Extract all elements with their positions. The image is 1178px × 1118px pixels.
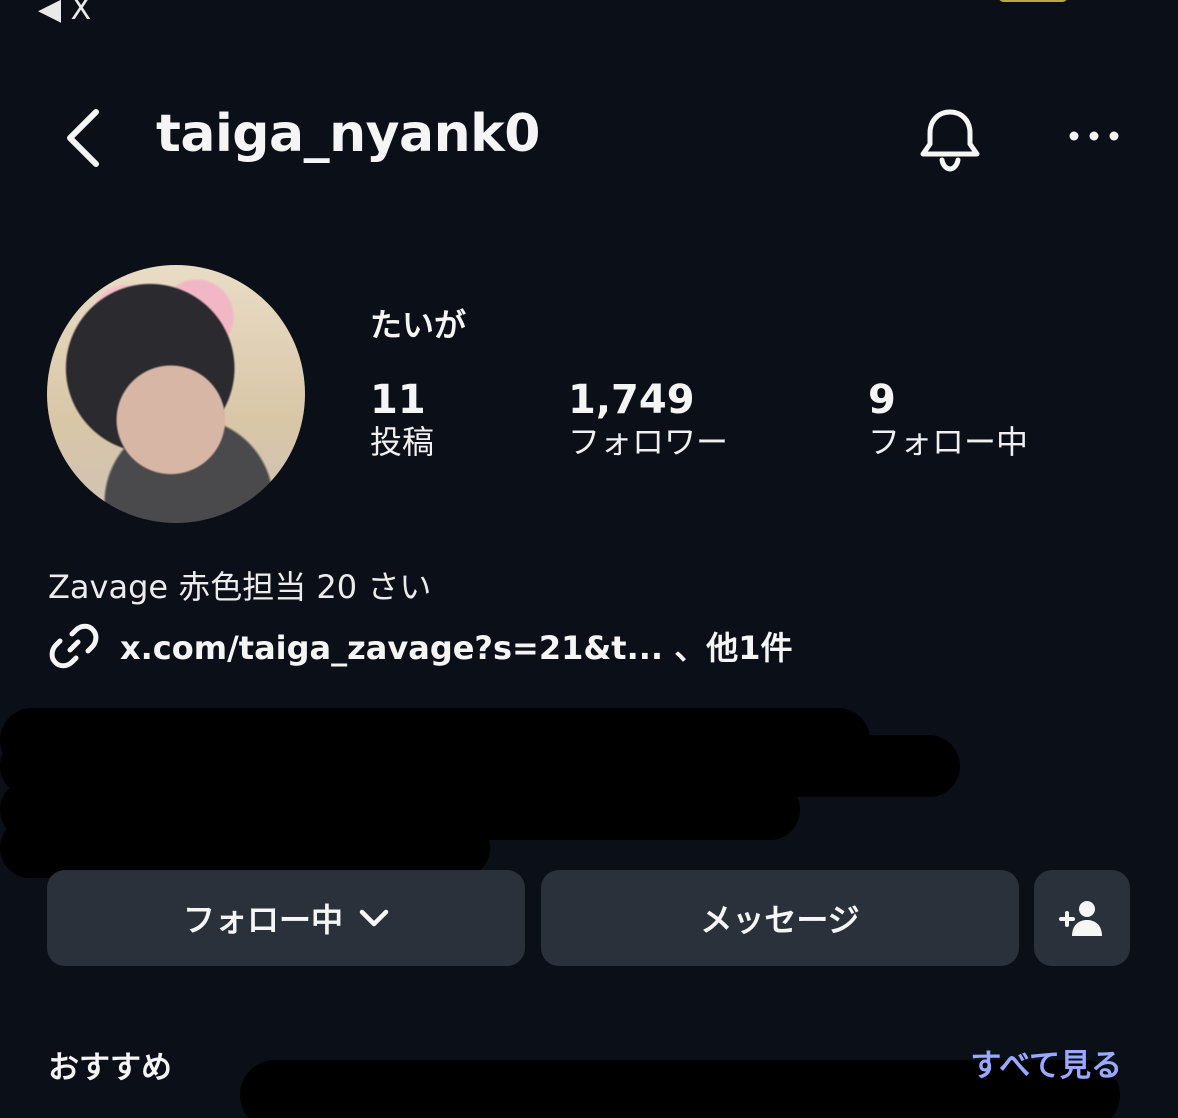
message-button[interactable]: メッセージ [541,870,1019,966]
status-back-link[interactable]: ◀ X [38,0,91,27]
profile-bio: Zavage 赤色担当 20 さい [48,568,432,606]
stat-posts-value: 11 [370,377,426,423]
profile-header: taiga_nyank0 [0,92,1178,184]
profile-link[interactable]: x.com/taiga_zavage?s=21&t... 、他1件 [48,618,792,674]
notifications-button[interactable] [916,106,984,174]
stat-following[interactable]: 9 フォロー中 [868,378,1028,464]
stat-posts-label: 投稿 [370,423,435,461]
more-horizontal-icon [1069,131,1119,141]
profile-page: ◀ X taiga_nyank0 たいが 11 投稿 1,749 フォロワー 9… [0,0,1178,1118]
following-dropdown-button[interactable]: フォロー中 [47,870,525,966]
suggestions-title: おすすめ [48,1050,172,1086]
bell-icon [920,109,980,172]
following-button-label: フォロー中 [182,901,343,939]
back-button[interactable] [60,106,110,170]
stat-following-label: フォロー中 [868,423,1029,461]
display-name: たいが [370,306,467,344]
suggest-users-button[interactable] [1034,870,1130,966]
stat-posts[interactable]: 11 投稿 [370,378,434,464]
chevron-down-icon [359,909,389,927]
stat-followers[interactable]: 1,749 フォロワー [568,378,728,464]
stat-followers-label: フォロワー [568,423,729,461]
message-button-label: メッセージ [700,901,860,939]
more-options-button[interactable] [1064,116,1124,156]
add-user-icon [1059,901,1102,936]
redaction-mark [0,818,490,878]
see-all-link[interactable]: すべて見る [970,1040,1122,1085]
stat-followers-value: 1,749 [568,377,695,423]
chevron-left-icon [67,109,99,167]
battery-indicator [998,0,1068,2]
stat-following-value: 9 [868,377,896,423]
profile-link-text: x.com/taiga_zavage?s=21&t... 、他1件 [120,629,793,667]
profile-avatar[interactable] [47,265,305,523]
profile-username: taiga_nyank0 [156,104,540,164]
link-icon [49,623,99,669]
